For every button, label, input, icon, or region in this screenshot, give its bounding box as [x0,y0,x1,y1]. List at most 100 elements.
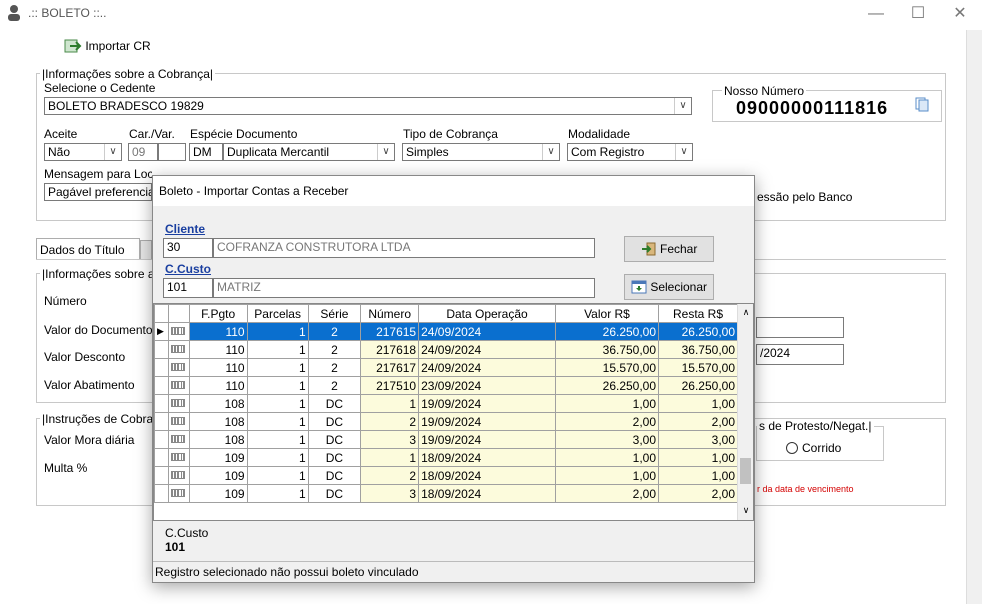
grid-body: ▶ 110 1 2 217615 24/09/2024 26.250,00 26.250,00… [154,322,738,503]
table-row[interactable]: 109 1 DC 3 18/09/2024 2,00 2,00 [154,484,738,503]
table-row[interactable]: 110 1 2 217617 24/09/2024 15.570,00 15.570,00 [154,358,738,377]
status-text: Registro selecionado não possui boleto v… [155,565,419,579]
ccusto-name-field[interactable]: MATRIZ [213,278,595,298]
chevron-down-icon: ∨ [104,144,121,160]
tab-dados-titulo[interactable]: Dados do Título [36,238,140,260]
grid-scrollbar[interactable]: ∧ ∨ [737,304,753,520]
cliente-label: Cliente [165,222,206,236]
chevron-down-icon: ∨ [377,144,394,160]
ccusto-code-field[interactable]: 101 [163,278,213,298]
main-scrollbar[interactable] [966,30,982,604]
barcode-icon [167,376,190,395]
chevron-down-icon: ∨ [542,144,559,160]
table-row[interactable]: 110 1 2 217618 24/09/2024 36.750,00 36.750,00 [154,340,738,359]
table-cell: 217615 [360,322,420,341]
user-icon [8,5,20,21]
table-row[interactable]: 108 1 DC 2 19/09/2024 2,00 2,00 [154,412,738,431]
tab-other[interactable] [140,240,152,260]
chevron-down-icon: ∨ [675,144,692,160]
especie-select[interactable]: Duplicata Mercantil ∨ [223,143,395,161]
modalidade-select[interactable]: Com Registro ∨ [567,143,693,161]
corrido-radio[interactable]: Corrido [786,441,841,455]
copy-icon[interactable] [914,96,930,112]
table-row[interactable]: 109 1 DC 2 18/09/2024 1,00 1,00 [154,466,738,485]
especie-code-field[interactable]: DM [189,143,223,161]
footer-ccusto-label: C.Custo [165,526,209,540]
table-cell: 1 [246,340,309,359]
table-cell: 1 [246,430,309,449]
chevron-down-icon: ∨ [674,98,691,114]
title-bar: .:: BOLETO ::.. — ☐ ✕ [0,0,983,30]
table-cell: 1,00 [658,448,738,467]
valor-documento-label: Valor do Documento [44,323,153,337]
table-row[interactable]: 109 1 DC 1 18/09/2024 1,00 1,00 [154,448,738,467]
table-cell: 15.570,00 [554,358,660,377]
table-row[interactable]: 110 1 2 217510 23/09/2024 26.250,00 26.250,00 [154,376,738,395]
tipo-cobranca-select[interactable]: Simples ∨ [402,143,560,161]
table-cell: DC [307,430,362,449]
column-header[interactable]: Resta R$ [658,304,738,323]
close-button[interactable]: ✕ [940,0,980,30]
table-cell: 18/09/2024 [418,484,556,503]
table-cell: 24/09/2024 [418,340,556,359]
multa-label: Multa % [44,461,88,475]
table-cell: 15.570,00 [658,358,738,377]
dialog-title: Boleto - Importar Contas a Receber [159,184,349,198]
table-cell: 108 [188,394,248,413]
column-header[interactable]: Parcelas [246,304,309,323]
table-cell: 1 [360,448,420,467]
import-cr-button[interactable]: Importar CR [64,38,151,58]
table-cell: 26.250,00 [554,376,660,395]
table-row[interactable]: 108 1 DC 1 19/09/2024 1,00 1,00 [154,394,738,413]
cliente-code-field[interactable]: 30 [163,238,213,258]
column-header[interactable]: F.Pgto [188,304,248,323]
table-cell: 1,00 [658,394,738,413]
vencimento-field[interactable]: /2024 [756,344,844,365]
carvar-field[interactable]: 09 [128,143,158,161]
var-field[interactable] [158,143,186,161]
table-cell: 2 [307,358,362,377]
table-cell: DC [307,484,362,503]
valor-documento-field[interactable] [756,317,844,338]
table-cell: 3 [360,484,420,503]
table-cell: 24/09/2024 [418,322,556,341]
table-cell: 1,00 [554,394,660,413]
table-cell: 36.750,00 [658,340,738,359]
footer-ccusto-value: 101 [165,540,186,554]
table-cell: 2,00 [554,412,660,431]
import-cr-label: Importar CR [85,39,151,53]
column-header[interactable]: Série [307,304,362,323]
mensagem-field[interactable]: Pagável preferencial [44,183,152,201]
table-cell: 217617 [360,358,420,377]
maximize-button[interactable]: ☐ [898,0,938,30]
table-cell: 1 [246,484,309,503]
aceite-select[interactable]: Não ∨ [44,143,122,161]
scroll-down-icon[interactable]: ∨ [738,502,754,518]
icon-header [167,304,190,323]
table-cell: 2 [307,340,362,359]
column-header[interactable]: Data Operação [418,304,556,323]
column-header[interactable]: Número [360,304,420,323]
barcode-icon [167,430,190,449]
table-cell: 1,00 [554,466,660,485]
valor-abatimento-label: Valor Abatimento [44,378,135,392]
titulo-group-label: |Informações sobre a [40,267,152,281]
scroll-thumb[interactable] [740,458,751,484]
scroll-up-icon[interactable]: ∧ [738,304,754,320]
minimize-button[interactable]: — [856,0,896,30]
table-cell: 1,00 [658,466,738,485]
table-row[interactable]: 108 1 DC 3 19/09/2024 3,00 3,00 [154,430,738,449]
table-cell: 36.750,00 [554,340,660,359]
cliente-name-field[interactable]: COFRANZA CONSTRUTORA LTDA [213,238,595,258]
table-cell: 110 [188,340,248,359]
dialog-title-bar: Boleto - Importar Contas a Receber [153,176,754,206]
selecionar-button[interactable]: Selecionar [624,274,714,300]
table-cell: 1 [246,394,309,413]
cedente-select[interactable]: BOLETO BRADESCO 19829 ∨ [44,97,692,115]
row-indicator [154,394,169,413]
table-row[interactable]: ▶ 110 1 2 217615 24/09/2024 26.250,00 26.250,00 [154,322,738,341]
fechar-button[interactable]: Fechar [624,236,714,262]
table-cell: DC [307,394,362,413]
table-cell: 2,00 [658,484,738,503]
column-header[interactable]: Valor R$ [554,304,660,323]
